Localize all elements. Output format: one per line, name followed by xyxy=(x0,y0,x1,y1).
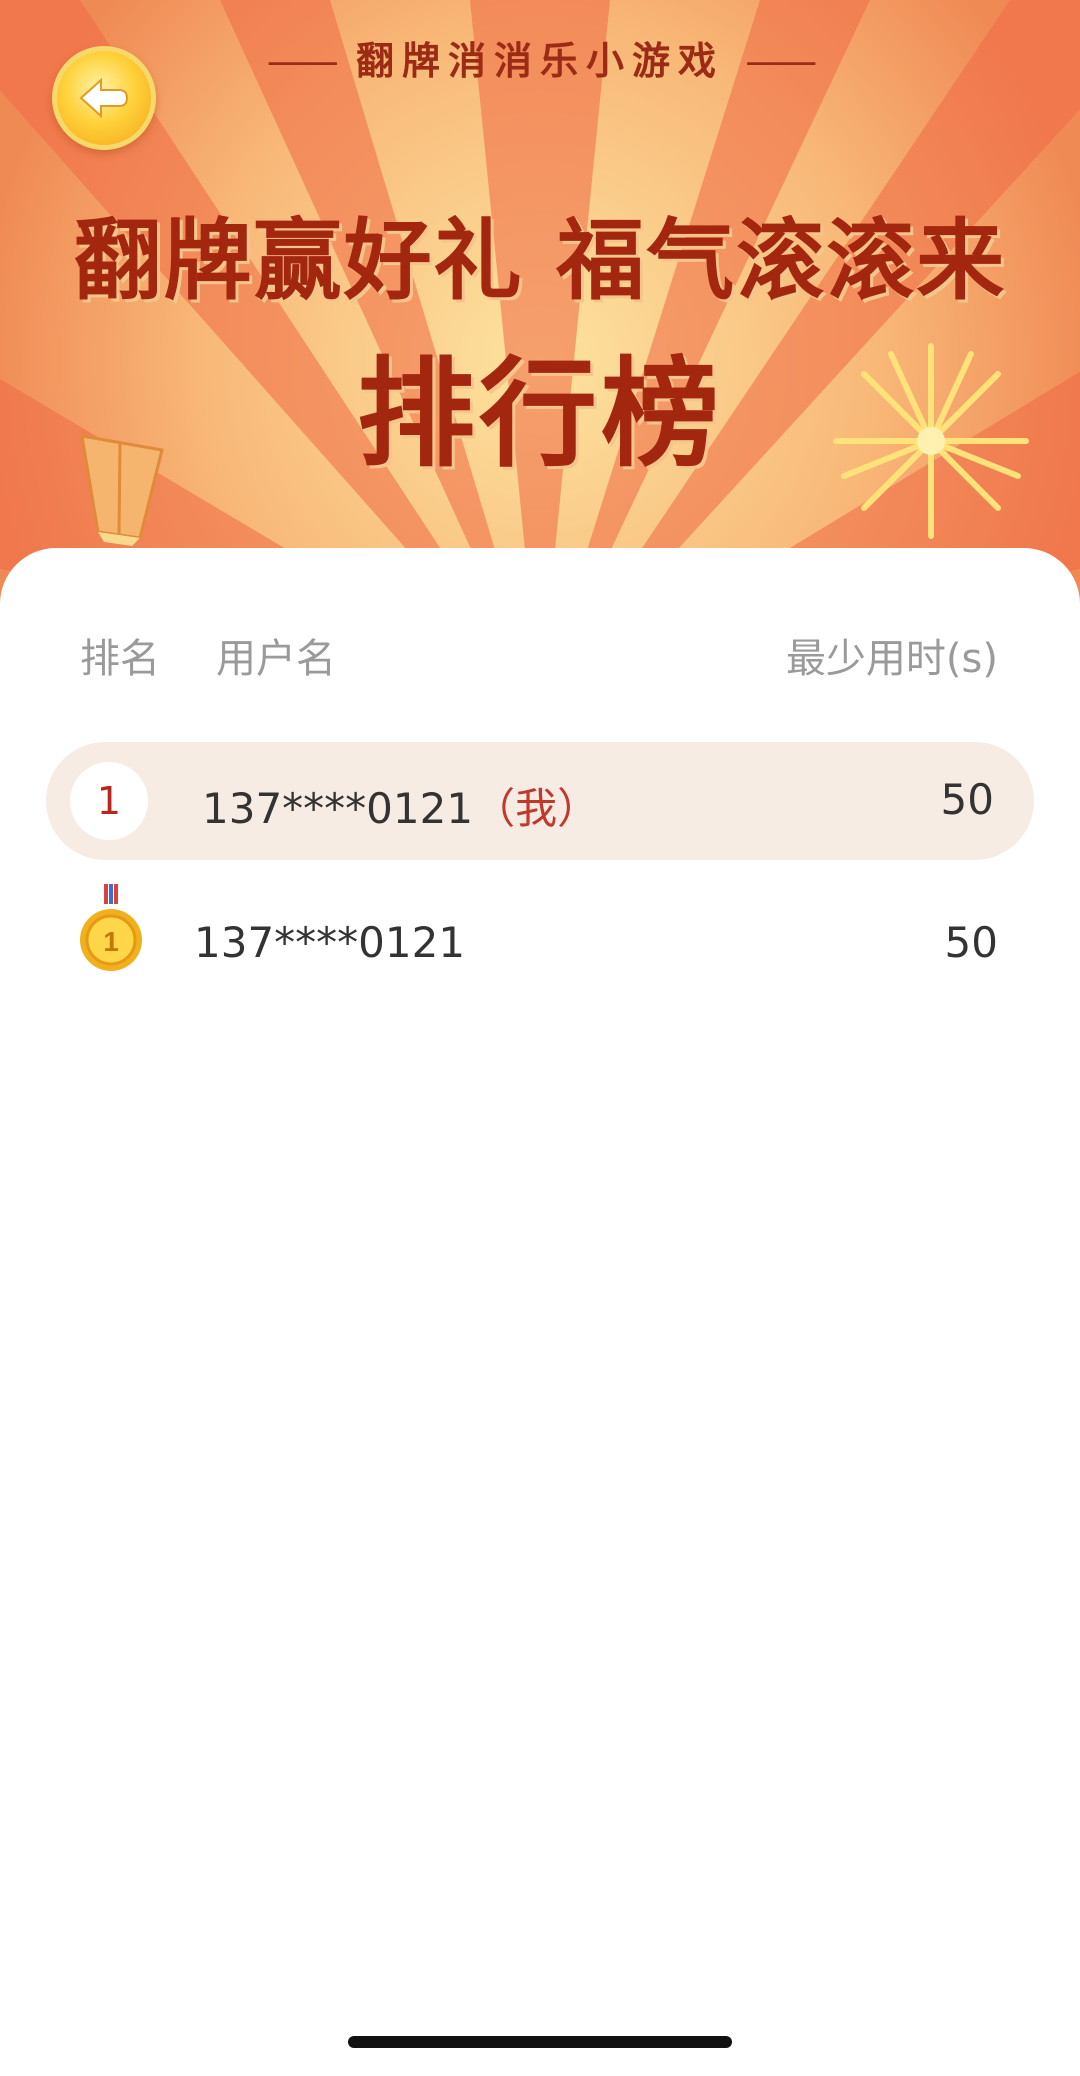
back-button[interactable] xyxy=(52,46,156,150)
firework-icon xyxy=(833,343,1029,539)
my-rank-number: 1 xyxy=(70,762,148,840)
svg-text:1: 1 xyxy=(103,926,119,957)
row-username: 137****0121 xyxy=(194,918,466,967)
my-username-text: 137****0121 xyxy=(202,784,474,833)
my-rank-row: 1 137****0121（我） 50 xyxy=(46,742,1034,860)
sky-lantern-icon xyxy=(80,434,164,546)
gold-medal-icon: 1 xyxy=(80,884,142,971)
subtitle-dash-right: —— xyxy=(745,39,817,83)
column-header-username: 用户名 xyxy=(216,636,336,682)
subtitle-dash-left: —— xyxy=(266,39,339,83)
subtitle-text: 翻牌消消乐小游戏 xyxy=(355,39,724,83)
my-username: 137****0121（我） xyxy=(202,775,599,836)
home-indicator[interactable] xyxy=(348,2036,732,2048)
game-subtitle: —— 翻牌消消乐小游戏 —— xyxy=(0,30,1080,85)
promo-headline: 翻牌赢好礼 福气滚滚来 xyxy=(73,208,1007,312)
column-header-rank: 排名 xyxy=(80,636,160,682)
table-row: 1 137****0121 50 xyxy=(46,884,1034,1002)
row-min-time: 50 xyxy=(944,918,998,967)
column-header-min-time: 最少用时(s) xyxy=(785,636,998,682)
back-arrow-icon xyxy=(79,77,129,119)
leaderboard-panel: 排名 用户名 最少用时(s) 1 137****0121（我） 50 1 137… xyxy=(0,548,1080,2076)
my-min-time: 50 xyxy=(940,775,994,824)
header-banner: —— 翻牌消消乐小游戏 —— 翻牌赢好礼 福气滚滚来 排行榜 xyxy=(0,0,1080,620)
me-tag: （我） xyxy=(473,784,600,833)
